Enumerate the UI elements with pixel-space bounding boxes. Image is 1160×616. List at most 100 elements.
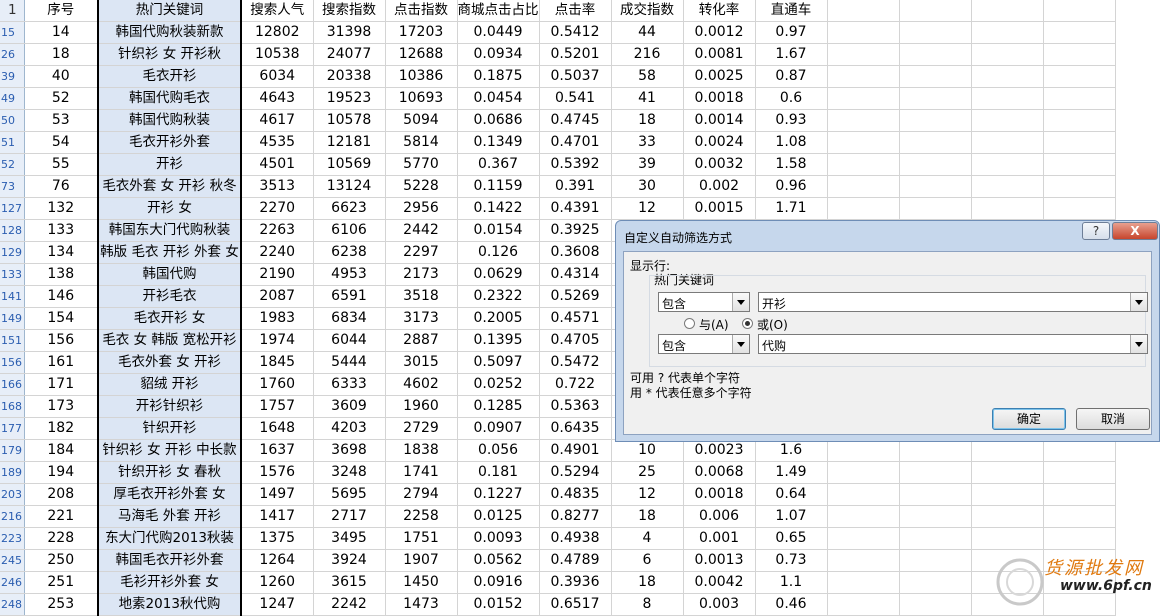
empty-cell[interactable]: [899, 0, 972, 22]
empty-cell[interactable]: [1043, 87, 1116, 110]
data-cell[interactable]: 0.0454: [457, 87, 540, 110]
data-cell[interactable]: 1497: [241, 483, 314, 506]
data-cell[interactable]: 1450: [385, 571, 458, 594]
data-cell[interactable]: 0.1349: [457, 131, 540, 154]
keyword-cell[interactable]: 厚毛衣开衫外套 女: [97, 483, 242, 506]
row-number[interactable]: 203: [0, 483, 25, 506]
data-cell[interactable]: 228: [24, 527, 99, 550]
keyword-cell[interactable]: 韩国代购秋装新款: [97, 21, 242, 44]
data-cell[interactable]: 146: [24, 285, 99, 308]
column-header[interactable]: 序号: [24, 0, 99, 22]
empty-cell[interactable]: [899, 527, 972, 550]
data-cell[interactable]: 2173: [385, 263, 458, 286]
data-cell[interactable]: 3518: [385, 285, 458, 308]
data-cell[interactable]: 0.0093: [457, 527, 540, 550]
empty-cell[interactable]: [1043, 505, 1116, 528]
empty-cell[interactable]: [899, 65, 972, 88]
data-cell[interactable]: 0.1395: [457, 329, 540, 352]
data-cell[interactable]: 4602: [385, 373, 458, 396]
empty-cell[interactable]: [827, 439, 900, 462]
data-cell[interactable]: 2258: [385, 505, 458, 528]
chevron-down-icon[interactable]: [732, 335, 749, 353]
data-cell[interactable]: 0.0015: [683, 197, 756, 220]
or-radio[interactable]: [742, 318, 753, 329]
data-cell[interactable]: 0.5363: [539, 395, 612, 418]
data-cell[interactable]: 216: [611, 43, 684, 66]
data-cell[interactable]: 0.0024: [683, 131, 756, 154]
empty-cell[interactable]: [899, 483, 972, 506]
help-button[interactable]: ?: [1082, 222, 1110, 240]
data-cell[interactable]: 24077: [313, 43, 386, 66]
table-row[interactable]: 52 55 开衫 4501 10569 5770 0.367 0.5392 39 0.0032 1.…: [0, 153, 1116, 176]
data-cell[interactable]: 10578: [313, 109, 386, 132]
data-cell[interactable]: 0.0152: [457, 593, 540, 616]
empty-cell[interactable]: [827, 197, 900, 220]
column-header[interactable]: 热门关键词: [97, 0, 242, 22]
empty-cell[interactable]: [971, 0, 1044, 22]
empty-cell[interactable]: [899, 153, 972, 176]
row-number[interactable]: 168: [0, 395, 25, 418]
data-cell[interactable]: 2242: [313, 593, 386, 616]
data-cell[interactable]: 4535: [241, 131, 314, 154]
empty-cell[interactable]: [971, 43, 1044, 66]
row-number[interactable]: 141: [0, 285, 25, 308]
data-cell[interactable]: 2297: [385, 241, 458, 264]
keyword-cell[interactable]: 马海毛 外套 开衫: [97, 505, 242, 528]
data-cell[interactable]: 31398: [313, 21, 386, 44]
data-cell[interactable]: 0.4745: [539, 109, 612, 132]
keyword-cell[interactable]: 毛衣 女 韩版 宽松开衫: [97, 329, 242, 352]
empty-cell[interactable]: [899, 549, 972, 572]
empty-cell[interactable]: [1043, 461, 1116, 484]
data-cell[interactable]: 0.8277: [539, 505, 612, 528]
empty-cell[interactable]: [827, 461, 900, 484]
close-button[interactable]: X: [1112, 222, 1158, 240]
empty-cell[interactable]: [971, 527, 1044, 550]
data-cell[interactable]: 133: [24, 219, 99, 242]
data-cell[interactable]: 0.0032: [683, 153, 756, 176]
data-cell[interactable]: 4: [611, 527, 684, 550]
data-cell[interactable]: 0.0629: [457, 263, 540, 286]
data-cell[interactable]: 1637: [241, 439, 314, 462]
data-cell[interactable]: 0.4835: [539, 483, 612, 506]
data-cell[interactable]: 221: [24, 505, 99, 528]
empty-cell[interactable]: [827, 43, 900, 66]
cancel-button[interactable]: 取消: [1076, 408, 1150, 430]
table-row[interactable]: 248 253 地素2013秋代购 1247 2242 1473 0.0152 0.6517 8…: [0, 593, 1116, 616]
data-cell[interactable]: 33: [611, 131, 684, 154]
data-cell[interactable]: 6333: [313, 373, 386, 396]
empty-cell[interactable]: [1043, 439, 1116, 462]
data-cell[interactable]: 0.46: [755, 593, 828, 616]
empty-cell[interactable]: [971, 131, 1044, 154]
data-cell[interactable]: 2270: [241, 197, 314, 220]
data-cell[interactable]: 1960: [385, 395, 458, 418]
data-cell[interactable]: 0.4901: [539, 439, 612, 462]
table-row[interactable]: 15 14 韩国代购秋装新款 12802 31398 17203 0.0449 0.5412 4…: [0, 21, 1116, 44]
data-cell[interactable]: 184: [24, 439, 99, 462]
data-cell[interactable]: 173: [24, 395, 99, 418]
keyword-cell[interactable]: 开衫针织衫: [97, 395, 242, 418]
data-cell[interactable]: 0.4701: [539, 131, 612, 154]
criteria1-input[interactable]: 开衫: [758, 292, 1148, 312]
table-row[interactable]: 189 194 针织开衫 女 春秋 1576 3248 1741 0.181 0.5294 25…: [0, 461, 1116, 484]
data-cell[interactable]: 10: [611, 439, 684, 462]
data-cell[interactable]: 12: [611, 197, 684, 220]
data-cell[interactable]: 0.0023: [683, 439, 756, 462]
data-cell[interactable]: 0.4938: [539, 527, 612, 550]
data-cell[interactable]: 54: [24, 131, 99, 154]
row-number[interactable]: 245: [0, 549, 25, 572]
row-number[interactable]: 177: [0, 417, 25, 440]
empty-cell[interactable]: [1043, 65, 1116, 88]
empty-cell[interactable]: [1043, 175, 1116, 198]
empty-cell[interactable]: [827, 87, 900, 110]
data-cell[interactable]: 18: [611, 571, 684, 594]
row-number[interactable]: 248: [0, 593, 25, 616]
data-cell[interactable]: 0.2005: [457, 307, 540, 330]
data-cell[interactable]: 30: [611, 175, 684, 198]
empty-cell[interactable]: [899, 109, 972, 132]
data-cell[interactable]: 0.3608: [539, 241, 612, 264]
data-cell[interactable]: 250: [24, 549, 99, 572]
data-cell[interactable]: 1845: [241, 351, 314, 374]
data-cell[interactable]: 10538: [241, 43, 314, 66]
column-header[interactable]: 点击率: [539, 0, 612, 22]
empty-cell[interactable]: [971, 65, 1044, 88]
